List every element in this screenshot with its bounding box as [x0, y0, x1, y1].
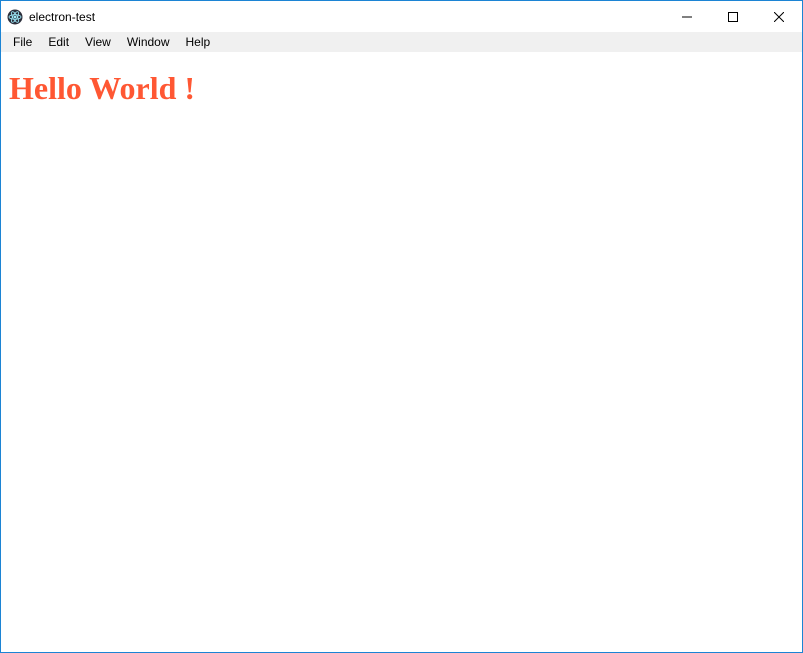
- titlebar: electron-test: [1, 1, 802, 32]
- maximize-icon: [728, 12, 738, 22]
- minimize-icon: [682, 12, 692, 22]
- menubar: File Edit View Window Help: [1, 32, 802, 52]
- window-title: electron-test: [29, 10, 95, 24]
- menu-edit[interactable]: Edit: [40, 33, 77, 51]
- content-area: Hello World !: [1, 52, 802, 652]
- close-button[interactable]: [756, 1, 802, 32]
- window-controls: [664, 1, 802, 32]
- app-icon: [7, 9, 23, 25]
- app-window: electron-test File Edit View: [0, 0, 803, 653]
- menu-help[interactable]: Help: [178, 33, 219, 51]
- minimize-button[interactable]: [664, 1, 710, 32]
- menu-window[interactable]: Window: [119, 33, 178, 51]
- page-heading: Hello World !: [9, 70, 794, 107]
- menu-file[interactable]: File: [5, 33, 40, 51]
- maximize-button[interactable]: [710, 1, 756, 32]
- close-icon: [774, 12, 784, 22]
- menu-view[interactable]: View: [77, 33, 119, 51]
